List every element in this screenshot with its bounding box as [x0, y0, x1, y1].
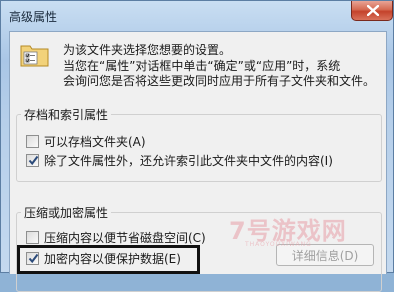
watermark-subtext: THAOYOUXIWANG: [245, 241, 312, 248]
encrypt-highlight-box: [17, 245, 200, 274]
index-contents-checkbox[interactable]: [26, 153, 39, 167]
compress-label: 压缩内容以便节省磁盘空间(C): [44, 230, 206, 245]
advanced-attributes-dialog: 高级属性 为该文件夹选择您想要的设置。 当您在“属性”对话框中单击“确定”或“应…: [0, 0, 394, 292]
window-title: 高级属性: [9, 10, 58, 24]
compress-checkbox[interactable]: [26, 230, 39, 244]
archive-index-group: 存档和索引属性 可以存档文件夹(A) 除了文件属性外，还允许索引此文件夹中文件的…: [16, 106, 382, 182]
watermark-logo: 7号游戏网 THAOYOUXIWANG: [229, 211, 349, 255]
index-contents-option[interactable]: 除了文件属性外，还允许索引此文件夹中文件的内容(I): [26, 152, 333, 168]
close-button[interactable]: [351, 1, 393, 21]
close-icon: [367, 5, 379, 16]
archive-folder-option[interactable]: 可以存档文件夹(A): [26, 133, 146, 149]
checkmark-icon: [28, 155, 39, 165]
title-bar[interactable]: 高级属性: [1, 1, 394, 31]
archive-index-group-label: 存档和索引属性: [21, 106, 112, 123]
description-line-3: 会询问您是否将这些更改同时应用于所有子文件夹和文件。: [63, 74, 376, 88]
description-line-1: 为该文件夹选择您想要的设置。: [63, 43, 232, 57]
archive-folder-checkbox[interactable]: [26, 134, 39, 148]
archive-folder-label: 可以存档文件夹(A): [44, 134, 146, 149]
compress-option[interactable]: 压缩内容以便节省磁盘空间(C): [26, 229, 206, 245]
index-contents-label: 除了文件属性外，还允许索引此文件夹中文件的内容(I): [44, 153, 333, 168]
folder-settings-icon: [20, 45, 49, 67]
compress-encrypt-group-label: 压缩或加密属性: [21, 204, 112, 221]
